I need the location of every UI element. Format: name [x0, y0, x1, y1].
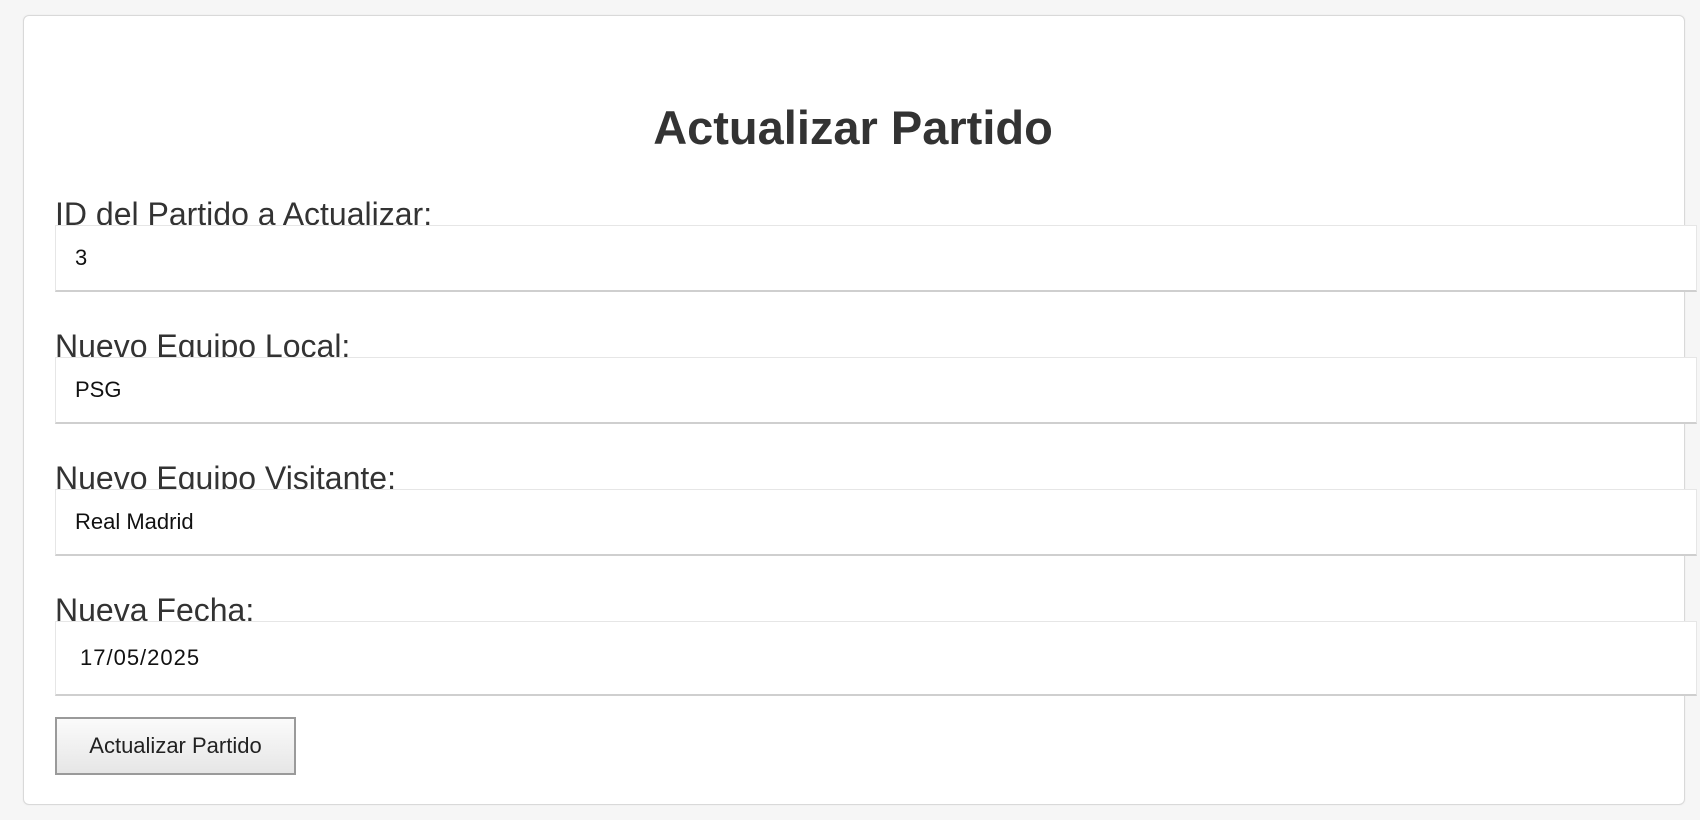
update-match-card: Actualizar Partido ID del Partido a Actu… [23, 15, 1697, 805]
away-team-input[interactable] [55, 489, 1697, 556]
page-title: Actualizar Partido [653, 101, 1053, 154]
update-match-button[interactable]: Actualizar Partido [55, 717, 296, 775]
match-id-input[interactable] [55, 225, 1697, 292]
home-team-input[interactable] [55, 357, 1697, 424]
date-input[interactable] [55, 621, 1697, 696]
